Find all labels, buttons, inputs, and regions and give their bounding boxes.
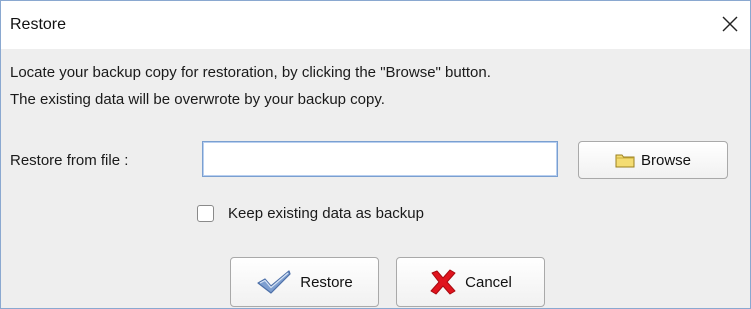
restore-file-input[interactable] [202,141,558,177]
cancel-label: Cancel [465,273,512,291]
restore-dialog: Restore Locate your backup copy for rest… [0,0,751,309]
dialog-title: Restore [10,16,67,33]
restore-label: Restore [300,273,353,291]
close-button[interactable] [720,14,740,34]
folder-icon [615,152,635,168]
restore-button[interactable]: Restore [230,257,379,307]
dialog-body: Locate your backup copy for restoration,… [1,49,750,308]
keep-backup-option: Keep existing data as backup [197,205,424,222]
browse-button[interactable]: Browse [578,141,728,179]
instruction-line-2: The existing data will be overwrote by y… [10,91,385,108]
cancel-button[interactable]: Cancel [396,257,545,307]
keep-backup-checkbox[interactable] [197,205,214,222]
checkmark-icon [256,269,292,295]
browse-label: Browse [640,151,692,169]
title-bar: Restore [1,1,750,49]
restore-file-label: Restore from file : [10,152,129,169]
red-x-icon [429,269,457,295]
instruction-line-1: Locate your backup copy for restoration,… [10,64,491,81]
close-icon [722,16,738,32]
keep-backup-label: Keep existing data as backup [228,205,424,222]
